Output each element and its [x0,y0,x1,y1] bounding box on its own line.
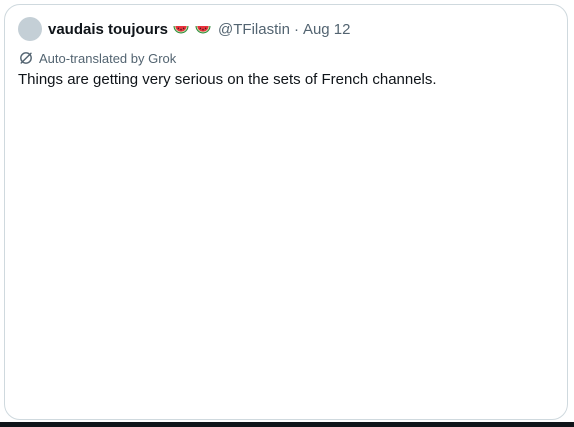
quoted-tweet-card[interactable]: vaudais toujours @TFilastin · Aug 12 Aut… [4,4,568,420]
translation-label: Auto-translated by Grok [39,50,177,66]
watermelon-emoji-icon [194,20,212,38]
watermelon-emoji-icon [172,20,190,38]
author-display-name[interactable]: vaudais toujours [48,21,168,38]
translation-notice: Auto-translated by Grok [19,50,176,66]
bottom-divider [0,422,574,427]
avatar[interactable] [18,17,42,41]
tweet-date[interactable]: Aug 12 [303,21,351,38]
tweet-header: vaudais toujours @TFilastin · Aug 12 [18,17,350,41]
tweet-text: Things are getting very serious on the s… [18,71,437,88]
page: vaudais toujours @TFilastin · Aug 12 Aut… [0,0,574,427]
grok-icon [20,52,32,64]
header-separator: · [293,20,299,38]
author-handle[interactable]: @TFilastin [218,21,290,38]
